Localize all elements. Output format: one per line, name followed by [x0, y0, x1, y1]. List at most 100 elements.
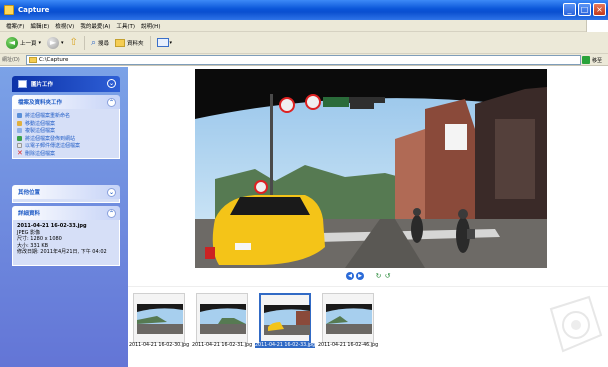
thumbnail-image: [200, 304, 246, 334]
details-body: 2011-04-21 16-02-33.jpg JPEG 影像 尺寸: 1280…: [12, 220, 120, 266]
other-places-header[interactable]: 其他位置 ⌄: [12, 185, 120, 199]
address-label: 網址(D): [2, 57, 20, 63]
go-button[interactable]: 移至: [582, 55, 606, 65]
forward-button[interactable]: ► ▾: [47, 36, 64, 49]
picture-tasks-title: 圖片工作: [31, 82, 54, 88]
toolbar: ◄ 上一頁 ▾ ► ▾ ⇧ ⌕ 搜尋 資料夾 ▾: [0, 32, 608, 54]
maximize-button[interactable]: □: [578, 3, 591, 16]
chevron-down-icon[interactable]: ⌄: [107, 79, 116, 88]
folders-label: 資料夾: [127, 40, 144, 47]
rotate-clockwise-button[interactable]: ↻: [374, 272, 383, 280]
minimize-button[interactable]: _: [563, 3, 576, 16]
back-arrow-icon: ◄: [6, 36, 18, 49]
folder-icon: [29, 57, 37, 63]
rotate-counterclockwise-button[interactable]: ↺: [383, 272, 392, 280]
task-email[interactable]: 以電子郵件傳送這個檔案: [17, 142, 119, 150]
go-arrow-icon: [582, 56, 590, 64]
watermark-logo-icon: [549, 295, 603, 353]
explorer-window: Capture _ □ × 檔案(F) 編輯(E) 檢視(V) 我的最愛(A) …: [0, 0, 608, 367]
task-publish[interactable]: 將這個檔案發佈到網站: [17, 135, 119, 143]
detail-modified: 修改日期: 2011年4月21日, 下午 04:02: [17, 249, 107, 255]
go-label: 移至: [592, 57, 603, 64]
details-title: 詳細資料: [18, 211, 41, 217]
file-tasks-title: 檔案及資料夾工作: [18, 100, 63, 106]
other-places-body: [12, 199, 120, 203]
thumbnail-item[interactable]: [322, 293, 374, 343]
thumbnail-image: [137, 304, 183, 334]
folders-button[interactable]: 資料夾: [115, 38, 144, 47]
details-header[interactable]: 詳細資料 ⌃: [12, 206, 120, 220]
toolbar-separator: [83, 35, 85, 50]
other-places-title: 其他位置: [18, 190, 41, 196]
menu-edit[interactable]: 編輯(E): [30, 22, 49, 30]
chevron-down-icon[interactable]: ⌄: [107, 188, 116, 197]
menu-view[interactable]: 檢視(V): [55, 22, 74, 30]
email-icon: [17, 143, 22, 149]
search-button[interactable]: ⌕ 搜尋: [91, 38, 109, 48]
window-controls: _ □ ×: [563, 3, 606, 16]
street-photo: [195, 69, 547, 268]
menu-favorites[interactable]: 我的最愛(A): [80, 22, 110, 30]
picture-tasks-header[interactable]: 圖片工作 ⌄: [12, 76, 120, 92]
menu-bar: 檔案(F) 編輯(E) 檢視(V) 我的最愛(A) 工具(T) 說明(H): [0, 20, 608, 32]
thumbnail-caption: 2011-04-21 16-02-46.jpg: [318, 343, 379, 348]
thumbnail-caption: 2011-04-21 16-02-31.jpg: [192, 343, 253, 348]
title-bar[interactable]: Capture _ □ ×: [0, 0, 608, 20]
thumbnail-image: [326, 304, 372, 334]
up-folder-icon: ⇧: [69, 37, 78, 48]
menu-tools[interactable]: 工具(T): [116, 22, 135, 30]
task-rename[interactable]: 將這個檔案重新命名: [17, 112, 119, 120]
rename-icon: [17, 113, 22, 119]
forward-arrow-icon: ►: [47, 36, 60, 49]
thumbnail-image: [264, 305, 310, 335]
close-button[interactable]: ×: [593, 3, 606, 16]
task-label: 移動這個檔案: [25, 120, 56, 127]
chevron-down-icon[interactable]: ▾: [39, 40, 42, 46]
chevron-down-icon: ▾: [169, 39, 173, 46]
task-move[interactable]: 移動這個檔案: [17, 120, 119, 128]
back-button[interactable]: ◄ 上一頁 ▾: [6, 36, 42, 49]
address-input[interactable]: C:\Capture: [26, 55, 581, 65]
folder-icon: [4, 5, 14, 15]
task-pane: 圖片工作 ⌄ 檔案及資料夾工作 ⌃ 將這個檔案重新命名 移動這個檔案 複製這個檔…: [0, 67, 128, 367]
views-button[interactable]: ▾: [156, 38, 173, 47]
menu-help[interactable]: 說明(H): [141, 22, 160, 30]
up-folder-button[interactable]: ⇧: [70, 37, 78, 48]
folders-icon: [115, 38, 125, 47]
next-image-button[interactable]: ▶: [356, 272, 364, 280]
image-preview: [195, 69, 547, 268]
previous-image-button[interactable]: ◀: [346, 272, 354, 280]
copy-icon: [17, 128, 22, 134]
task-label: 將這個檔案重新命名: [25, 113, 71, 120]
thumbnail-caption: 2011-04-21 16-02-30.jpg: [129, 343, 190, 348]
toolbar-separator: [149, 35, 151, 50]
thumbnail-item[interactable]: [133, 293, 185, 343]
chevron-up-icon[interactable]: ⌃: [107, 209, 116, 218]
thumbnail-item[interactable]: [196, 293, 248, 343]
publish-icon: [17, 135, 22, 141]
task-label: 將這個檔案發佈到網站: [25, 135, 76, 142]
chevron-down-icon[interactable]: ▾: [61, 40, 64, 46]
task-label: 刪除這個檔案: [25, 150, 56, 157]
views-icon: [156, 38, 169, 47]
back-label: 上一頁: [20, 40, 37, 47]
file-tasks-header[interactable]: 檔案及資料夾工作 ⌃: [12, 95, 120, 109]
thumbnail-caption: 2011-04-21 16-02-33.jpg: [255, 343, 316, 348]
task-delete[interactable]: ✕ 刪除這個檔案: [17, 148, 119, 158]
search-icon: ⌕: [90, 37, 96, 48]
menu-file[interactable]: 檔案(F): [6, 22, 24, 30]
delete-icon: ✕: [17, 148, 23, 157]
viewer-controls: ◀ ▶ ↻ ↺: [0, 272, 608, 282]
task-label: 複製這個檔案: [25, 128, 56, 135]
move-icon: [17, 120, 22, 126]
picture-icon: [18, 80, 27, 88]
task-copy[interactable]: 複製這個檔案: [17, 127, 119, 135]
filmstrip: 2011-04-21 16-02-30.jpg 2011-04-21 16-02…: [128, 286, 608, 367]
thumbnail-item[interactable]: [259, 293, 311, 343]
address-bar: 網址(D) C:\Capture 移至: [0, 54, 608, 66]
window-title: Capture: [18, 6, 50, 14]
file-tasks-body: 將這個檔案重新命名 移動這個檔案 複製這個檔案 將這個檔案發佈到網站 以電子郵件…: [12, 109, 120, 159]
chevron-up-icon[interactable]: ⌃: [107, 98, 116, 107]
task-label: 以電子郵件傳送這個檔案: [25, 143, 81, 150]
windows-logo-icon: [586, 20, 608, 32]
